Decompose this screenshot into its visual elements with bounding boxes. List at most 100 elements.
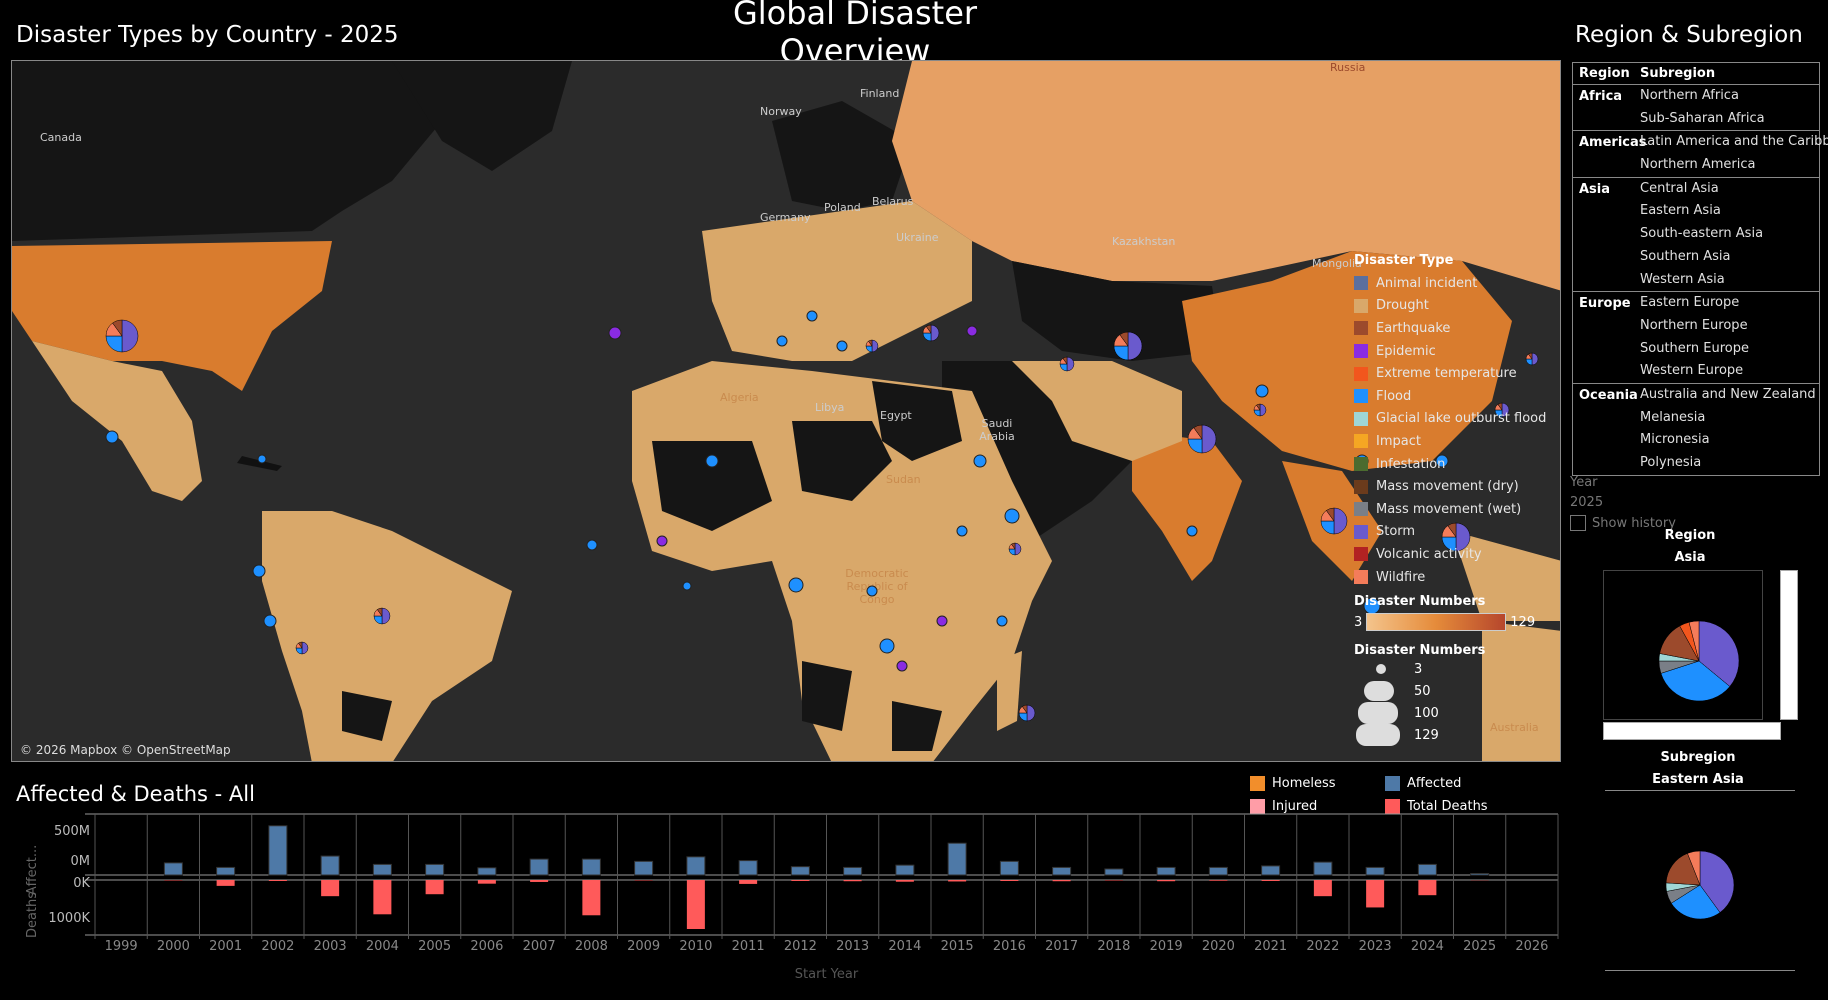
subregion-cell[interactable]: South-eastern Asia [1640, 223, 1819, 246]
country-dot-marker[interactable] [973, 454, 987, 468]
deaths-bar[interactable] [895, 880, 914, 882]
country-pie-marker[interactable] [1113, 331, 1143, 361]
affected-bar[interactable] [1417, 863, 1437, 876]
affected-bar[interactable] [686, 856, 706, 876]
deaths-bar[interactable] [1209, 880, 1228, 881]
pie-slice[interactable] [1018, 712, 1028, 722]
country-dot-marker[interactable] [263, 614, 277, 628]
pie-slice[interactable] [1320, 520, 1335, 535]
country-pie-marker[interactable] [1253, 403, 1267, 417]
deaths-bar[interactable] [1000, 880, 1019, 881]
pie-slice[interactable] [922, 332, 932, 342]
subregion-cell[interactable]: Southern Asia [1640, 246, 1819, 269]
pie-slice[interactable] [1113, 345, 1129, 361]
legend-item[interactable]: Glacial lake outburst flood [1354, 408, 1560, 431]
region-pie-chart[interactable] [1604, 571, 1764, 721]
map-credit[interactable]: © 2026 Mapbox © OpenStreetMap [20, 743, 231, 757]
country-dot-marker[interactable] [586, 539, 598, 551]
subregion-cell[interactable]: Eastern Europe [1640, 292, 1819, 315]
region-cell[interactable]: Asia [1573, 178, 1640, 291]
affected-bar[interactable] [1365, 866, 1385, 876]
pie-slice[interactable] [871, 339, 879, 353]
country-dot-marker[interactable] [936, 615, 948, 627]
country-dot-marker[interactable] [966, 325, 978, 337]
pie-slice[interactable] [1059, 363, 1068, 372]
pie-slice[interactable] [121, 319, 139, 353]
affected-bar[interactable] [1104, 868, 1124, 876]
region-subregion-table[interactable]: Region Subregion Africa Northern Africa Su… [1572, 62, 1828, 476]
deaths-bar[interactable] [791, 880, 810, 881]
legend-item[interactable]: Animal incident [1354, 272, 1560, 295]
region-group[interactable]: Asia Central Asia Eastern Asia South-easter… [1573, 178, 1819, 293]
country-pie-marker[interactable] [373, 607, 391, 625]
vertical-scrollbar[interactable] [1780, 570, 1798, 720]
country-dot-marker[interactable] [866, 585, 878, 597]
affected-bar[interactable] [320, 855, 340, 876]
country-dot-marker[interactable] [1255, 384, 1269, 398]
legend-item[interactable]: Impact [1354, 430, 1560, 453]
affected-bar[interactable] [425, 863, 445, 876]
affected-bar[interactable] [1156, 866, 1176, 876]
country-dot-marker[interactable] [956, 525, 968, 537]
country-pie-marker[interactable] [1008, 542, 1022, 556]
country-dot-marker[interactable] [105, 430, 119, 444]
pie-slice[interactable] [381, 607, 391, 625]
affected-bar[interactable] [999, 860, 1019, 876]
legend-item[interactable]: Earthquake [1354, 317, 1560, 340]
legend-item[interactable]: Extreme temperature [1354, 362, 1560, 385]
pie-slice[interactable] [1187, 438, 1203, 454]
legend-item[interactable]: Mass movement (wet) [1354, 498, 1560, 521]
deaths-bar[interactable] [1366, 880, 1385, 908]
affected-bar[interactable] [843, 866, 863, 876]
legend-item[interactable]: Wildfire [1354, 566, 1560, 589]
pie-slice[interactable] [105, 335, 123, 353]
subregion-cell[interactable]: Northern Europe [1640, 315, 1819, 338]
subregion-cell[interactable]: Australia and New Zealand [1640, 384, 1819, 407]
region-cell[interactable]: Americas [1573, 131, 1647, 176]
subregion-cell[interactable]: Western Asia [1640, 269, 1819, 292]
region-group[interactable]: Oceania Australia and New Zealand Melanesi… [1573, 384, 1819, 475]
affected-bar[interactable] [581, 858, 601, 876]
affected-bar[interactable] [947, 842, 967, 876]
affected-bar[interactable] [477, 867, 497, 876]
country-dot-marker[interactable] [1004, 508, 1020, 524]
region-group[interactable]: AmericasLatin America and the CaribbeanN… [1573, 131, 1828, 178]
pie-slice[interactable] [1014, 542, 1022, 556]
legend-item[interactable]: Drought [1354, 295, 1560, 318]
affected-bar[interactable] [1313, 861, 1333, 876]
region-cell[interactable]: Europe [1573, 292, 1640, 383]
country-pie-marker[interactable] [105, 319, 139, 353]
year-filter-value[interactable]: 2025 [1570, 495, 1603, 510]
map-pie-markers[interactable] [12, 61, 1561, 762]
deaths-bar[interactable] [1313, 880, 1332, 897]
affected-bar[interactable] [268, 825, 288, 876]
deaths-bar[interactable] [373, 880, 392, 915]
legend-item[interactable]: Flood [1354, 385, 1560, 408]
pie-slice[interactable] [373, 615, 383, 625]
country-dot-marker[interactable] [1186, 525, 1198, 537]
pie-slice[interactable] [1253, 409, 1261, 417]
country-pie-marker[interactable] [1018, 704, 1036, 722]
country-dot-marker[interactable] [896, 660, 908, 672]
pie-slice[interactable] [301, 641, 309, 655]
affected-bar[interactable] [529, 858, 549, 876]
pie-slice[interactable] [1026, 704, 1036, 722]
country-dot-marker[interactable] [682, 581, 692, 591]
affected-bar[interactable] [790, 866, 810, 876]
subregion-cell[interactable]: Northern America [1640, 154, 1828, 177]
subregion-cell[interactable]: Western Europe [1640, 360, 1819, 383]
pie-slice[interactable] [295, 647, 303, 655]
deaths-bar[interactable] [1052, 880, 1071, 882]
subregion-cell[interactable]: Central Asia [1640, 178, 1819, 201]
region-group[interactable]: Europe Eastern Europe Northern Europe South… [1573, 292, 1819, 384]
country-dot-marker[interactable] [996, 615, 1008, 627]
world-map[interactable]: Canada Finland Norway Russia Belarus Pol… [11, 60, 1561, 762]
pie-slice[interactable] [1201, 424, 1217, 454]
affected-bar[interactable] [1261, 865, 1281, 876]
deaths-bar[interactable] [268, 880, 287, 881]
affected-bar[interactable] [1208, 866, 1228, 876]
subregion-cell[interactable]: Micronesia [1640, 429, 1819, 452]
legend-item[interactable]: Storm [1354, 521, 1560, 544]
country-dot-marker[interactable] [257, 454, 267, 464]
country-dot-marker[interactable] [776, 335, 788, 347]
